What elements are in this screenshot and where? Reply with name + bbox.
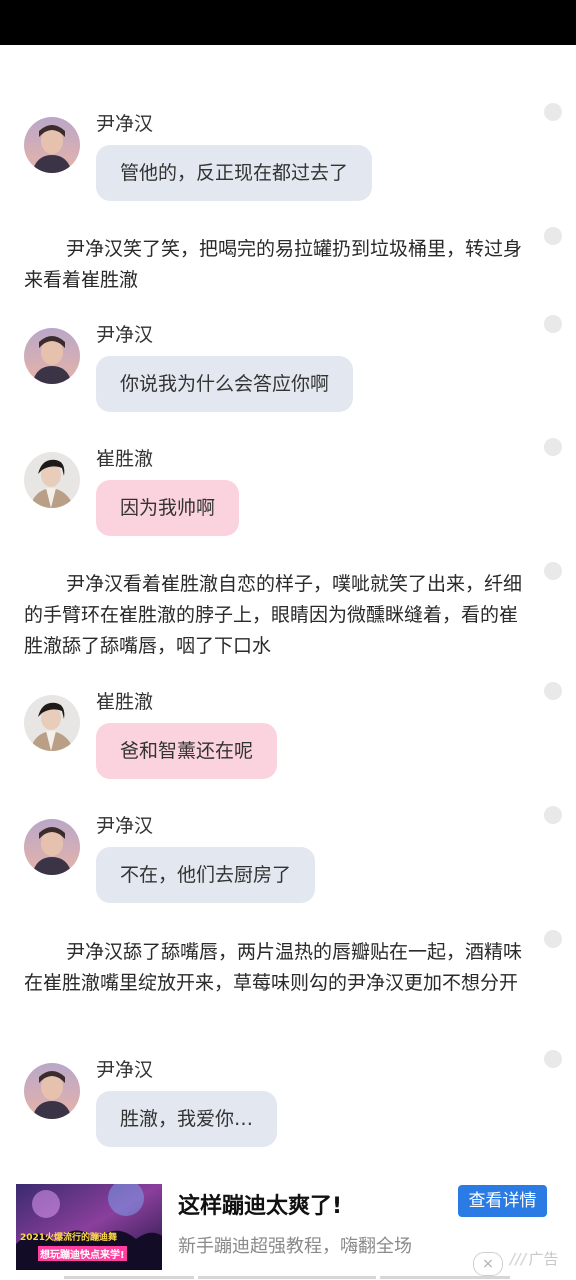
divider	[198, 1276, 376, 1279]
ad-image-caption: 2021火爆流行的蹦迪舞	[20, 1233, 118, 1243]
side-dot	[544, 103, 562, 121]
side-dot	[544, 682, 562, 700]
narration-text: 尹净汉看着崔胜澈自恋的样子，噗呲就笑了出来，纤细的手臂环在崔胜澈的脖子上，眼睛因…	[24, 573, 523, 657]
side-dot	[544, 1050, 562, 1068]
chat-bubble: 胜澈，我爱你…	[96, 1091, 278, 1147]
side-dot	[544, 806, 562, 824]
narration-text: 尹净汉笑了笑，把喝完的易拉罐扔到垃圾桶里，转过身来看着崔胜澈	[24, 238, 523, 291]
side-dot	[544, 930, 562, 948]
speaker-name: 尹净汉	[96, 815, 154, 837]
avatar[interactable]	[24, 819, 80, 875]
speaker-name: 尹净汉	[96, 324, 154, 346]
narration-text: 尹净汉舔了舔嘴唇，两片温热的唇瓣贴在一起，酒精味在崔胜澈嘴里绽放开来，草莓味则勾…	[24, 941, 523, 994]
chat-bubble: 不在，他们去厨房了	[96, 847, 316, 903]
chat-bubble: 爸和智薰还在呢	[96, 723, 278, 779]
avatar[interactable]	[24, 328, 80, 384]
chat-bubble: 你说我为什么会答应你啊	[96, 356, 354, 412]
avatar[interactable]	[24, 117, 80, 173]
ad-label: ///广告	[510, 1248, 558, 1269]
side-dot	[544, 227, 562, 245]
avatar[interactable]	[24, 1063, 80, 1119]
speaker-name: 尹净汉	[96, 113, 154, 135]
ad-image[interactable]: 2021火爆流行的蹦迪舞 想玩蹦迪快点来学!	[16, 1184, 162, 1270]
close-icon[interactable]: ×	[473, 1252, 503, 1276]
avatar[interactable]	[24, 452, 80, 508]
status-bar	[0, 0, 576, 45]
ad-title[interactable]: 这样蹦迪太爽了!	[178, 1188, 342, 1220]
speaker-name: 崔胜澈	[96, 691, 154, 713]
speaker-name: 尹净汉	[96, 1059, 154, 1081]
side-dot	[544, 315, 562, 333]
ad-details-button[interactable]: 查看详情	[458, 1185, 547, 1217]
ad-subtitle: 新手蹦迪超强教程，嗨翻全场	[178, 1236, 412, 1257]
side-dot	[544, 438, 562, 456]
side-dot	[544, 562, 562, 580]
ad-network-logo-icon: ///	[510, 1250, 527, 1268]
divider	[380, 1276, 510, 1279]
ad-banner[interactable]: 2021火爆流行的蹦迪舞 想玩蹦迪快点来学! 这样蹦迪太爽了! 新手蹦迪超强教程…	[0, 1170, 576, 1280]
avatar[interactable]	[24, 695, 80, 751]
chat-bubble: 因为我帅啊	[96, 480, 240, 536]
divider	[64, 1276, 194, 1279]
ad-image-caption: 想玩蹦迪快点来学!	[38, 1246, 127, 1261]
speaker-name: 崔胜澈	[96, 448, 154, 470]
chat-bubble: 管他的，反正现在都过去了	[96, 145, 373, 201]
ad-tag-text: 广告	[528, 1250, 559, 1268]
